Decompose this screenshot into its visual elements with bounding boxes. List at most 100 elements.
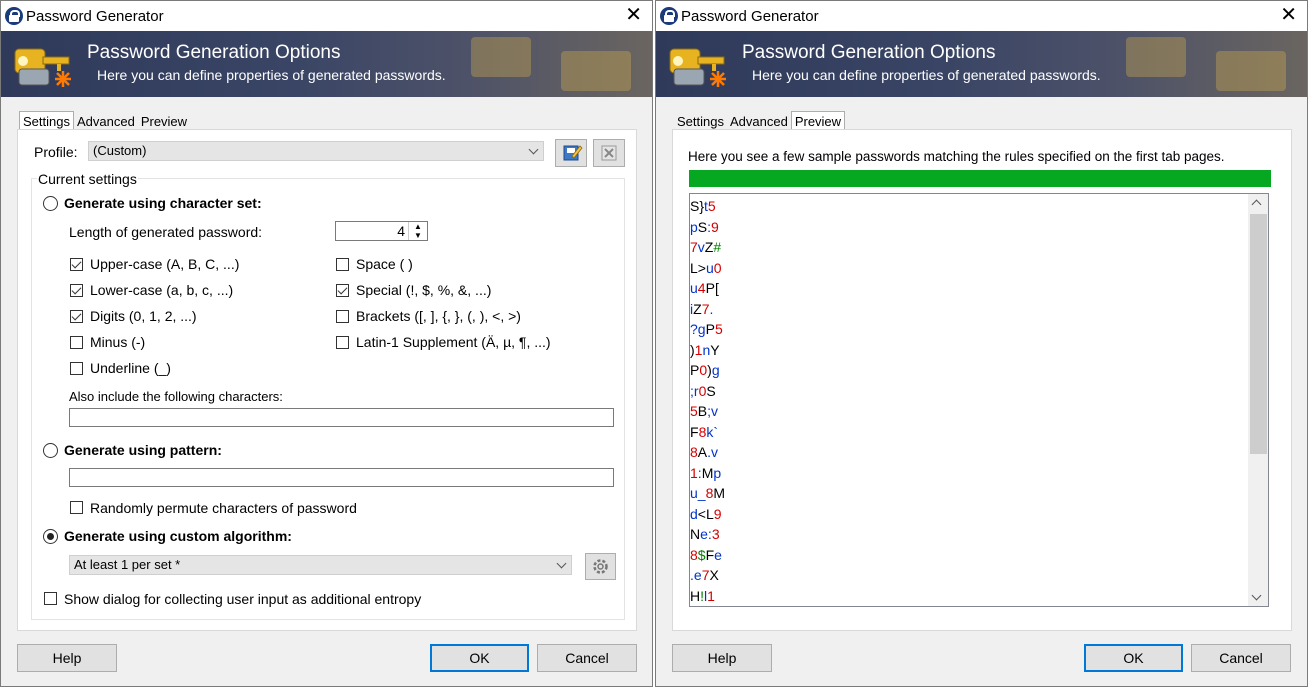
brackets-label: Brackets ([, ], {, }, (, ), <, >)	[356, 308, 521, 324]
password-line: )1nY	[690, 341, 720, 358]
close-icon[interactable]: ✕	[625, 3, 642, 27]
banner: Password Generation Options Here you can…	[656, 31, 1307, 97]
custom-algorithm-radio[interactable]	[43, 529, 58, 544]
tab-preview[interactable]: Preview	[790, 111, 846, 130]
password-line: ;r0S	[690, 382, 716, 399]
length-stepper[interactable]: 4 ▲ ▼	[335, 221, 428, 241]
password-generator-window-settings: Password Generator ✕ Password Generation…	[0, 0, 653, 687]
tab-settings[interactable]: Settings	[674, 112, 727, 130]
cancel-button[interactable]: Cancel	[537, 644, 637, 672]
latin1-checkbox[interactable]	[336, 336, 349, 349]
password-line: 8$Fe	[690, 546, 722, 563]
spin-up-icon[interactable]: ▲	[408, 222, 427, 231]
keys-icon	[14, 48, 71, 87]
length-label: Length of generated password:	[69, 224, 263, 240]
app-lock-icon	[5, 7, 23, 25]
permute-checkbox[interactable]	[70, 501, 83, 514]
chevron-down-icon	[556, 558, 567, 569]
ok-label: OK	[469, 650, 490, 666]
ok-button[interactable]: OK	[1084, 644, 1183, 672]
quality-bar-fill	[689, 170, 1271, 187]
password-line: .e7X	[690, 567, 719, 583]
algorithm-dropdown[interactable]: At least 1 per set *	[69, 555, 572, 575]
cancel-label: Cancel	[1219, 650, 1263, 666]
banner-subtitle: Here you can define properties of genera…	[752, 67, 1101, 83]
underline-checkbox[interactable]	[70, 362, 83, 375]
password-line: 7vZ#	[690, 239, 722, 255]
password-list[interactable]: S}t5 pS:9 7vZ# L>u0 u4P[iZ7. ?gP5)1nY P0)g ;r0S…	[689, 193, 1269, 607]
space-checkbox[interactable]	[336, 258, 349, 271]
keys-icon	[669, 48, 726, 87]
save-edit-icon	[563, 145, 583, 161]
scroll-down-icon[interactable]	[1251, 590, 1262, 601]
space-label: Space ( )	[356, 256, 413, 272]
gear-icon	[593, 559, 608, 574]
custom-algorithm-label: Generate using custom algorithm:	[64, 528, 292, 544]
password-generator-window-preview: Password Generator ✕ Password Generation…	[655, 0, 1308, 687]
also-include-label: Also include the following characters:	[69, 389, 283, 404]
algorithm-options-button[interactable]	[585, 553, 616, 580]
preview-panel: Here you see a few sample passwords matc…	[672, 129, 1292, 631]
also-include-input[interactable]	[69, 408, 614, 427]
underline-label: Underline (_)	[90, 360, 171, 376]
special-checkbox[interactable]	[336, 284, 349, 297]
profile-label: Profile:	[34, 144, 78, 160]
password-line: pS:9	[690, 218, 719, 235]
pattern-input[interactable]	[69, 468, 614, 487]
app-lock-icon	[660, 7, 678, 25]
password-line: L>u0	[690, 259, 722, 276]
password-line: F8k`	[690, 423, 719, 440]
password-line: u4P[	[690, 280, 719, 296]
ok-button[interactable]: OK	[430, 644, 529, 672]
scrollbar[interactable]	[1248, 194, 1268, 606]
quality-bar	[689, 170, 1271, 187]
minus-checkbox[interactable]	[70, 336, 83, 349]
entropy-checkbox[interactable]	[44, 592, 57, 605]
password-line: iZ7.	[690, 300, 714, 317]
ok-label: OK	[1123, 650, 1144, 666]
pattern-radio[interactable]	[43, 443, 58, 458]
scroll-thumb[interactable]	[1250, 214, 1267, 454]
uppercase-checkbox[interactable]	[70, 258, 83, 271]
preview-description: Here you see a few sample passwords matc…	[688, 149, 1225, 164]
spin-down-icon[interactable]: ▼	[408, 231, 427, 240]
password-line: 5B;v	[690, 403, 719, 419]
cancel-button[interactable]: Cancel	[1191, 644, 1291, 672]
help-button[interactable]: Help	[17, 644, 117, 672]
password-line: P0)g	[690, 362, 720, 378]
tab-settings[interactable]: Settings	[19, 111, 74, 130]
profile-dropdown[interactable]: (Custom)	[88, 141, 544, 161]
window-title: Password Generator	[26, 8, 164, 25]
password-line: Ne:3	[690, 526, 720, 542]
scroll-up-icon[interactable]	[1251, 199, 1262, 210]
help-label: Help	[707, 650, 737, 666]
lowercase-checkbox[interactable]	[70, 284, 83, 297]
delete-profile-button[interactable]	[593, 139, 625, 167]
lowercase-label: Lower-case (a, b, c, ...)	[90, 282, 234, 298]
digits-checkbox[interactable]	[70, 310, 83, 323]
tab-advanced[interactable]: Advanced	[727, 112, 791, 130]
save-profile-button[interactable]	[555, 139, 587, 167]
banner-title: Password Generation Options	[87, 42, 341, 63]
length-value: 4	[397, 223, 405, 239]
entropy-label: Show dialog for collecting user input as…	[64, 591, 422, 607]
pattern-radio-label: Generate using pattern:	[64, 442, 222, 458]
password-line: ?gP5	[690, 321, 723, 337]
tab-strip: Settings Advanced Preview	[674, 111, 846, 130]
close-icon[interactable]: ✕	[1280, 3, 1297, 27]
digits-label: Digits (0, 1, 2, ...)	[90, 308, 197, 324]
uppercase-label: Upper-case (A, B, C, ...)	[90, 256, 240, 272]
tab-preview[interactable]: Preview	[138, 112, 190, 130]
tab-advanced[interactable]: Advanced	[74, 112, 138, 130]
password-line: u_8M	[690, 485, 726, 501]
settings-panel: Profile: (Custom) Current settings Gener…	[17, 129, 637, 631]
help-button[interactable]: Help	[672, 644, 772, 672]
charset-radio[interactable]	[43, 196, 58, 211]
special-label: Special (!, $, %, &, ...)	[356, 282, 492, 298]
brackets-checkbox[interactable]	[336, 310, 349, 323]
password-line: 1:Mp	[690, 464, 722, 481]
minus-label: Minus (-)	[90, 334, 146, 350]
profile-value: (Custom)	[93, 143, 147, 158]
algorithm-value: At least 1 per set *	[74, 557, 181, 572]
title-bar: Password Generator ✕	[656, 1, 1307, 31]
